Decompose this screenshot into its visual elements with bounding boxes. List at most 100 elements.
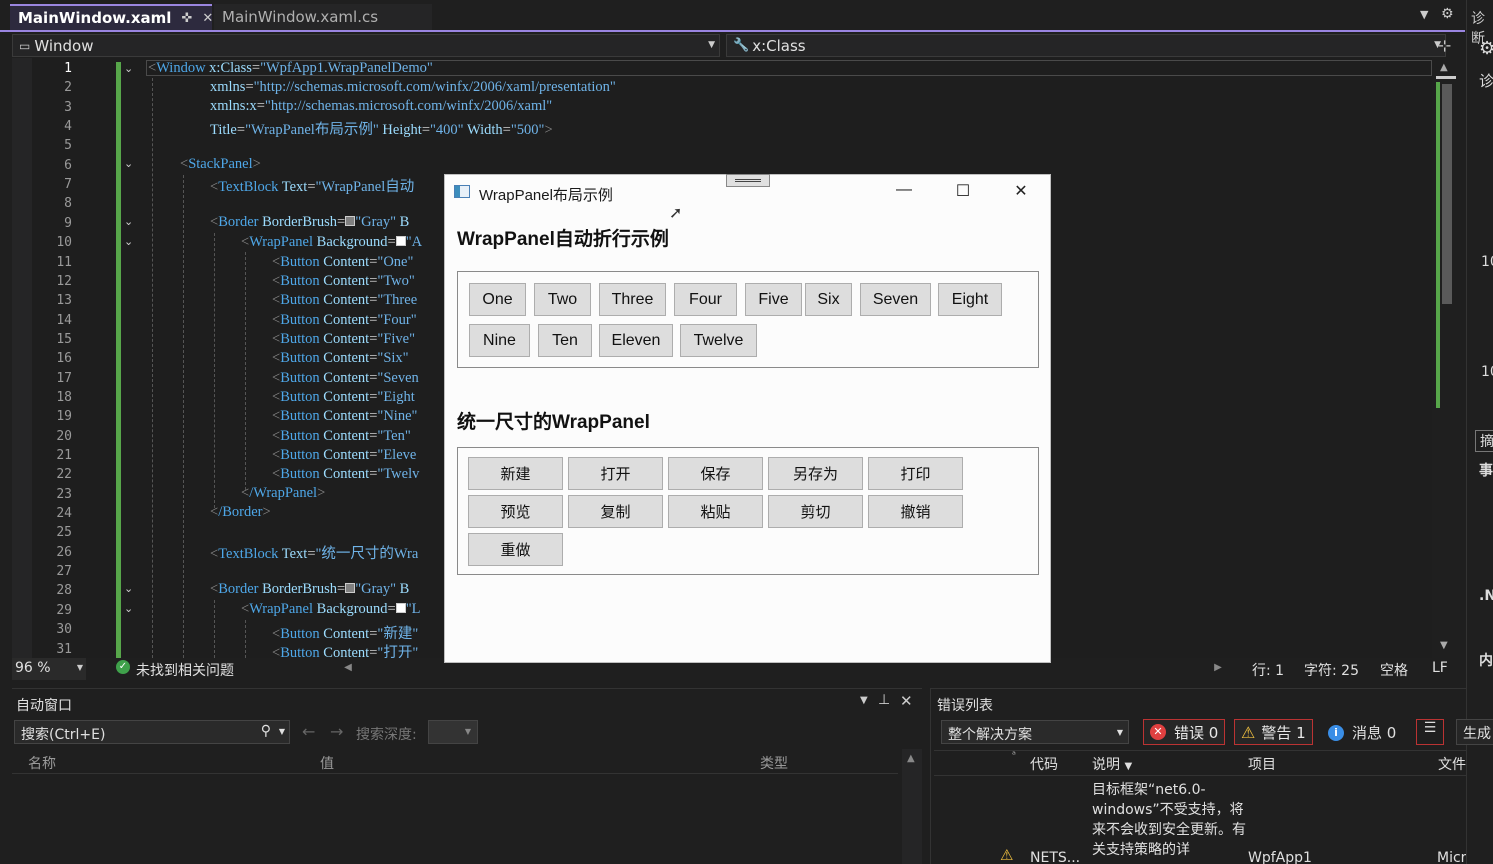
chevron-down-icon[interactable]: ▼ [279, 727, 285, 736]
line-number: 10 [56, 235, 72, 251]
check-icon: ✓ [116, 660, 130, 674]
heading-uniform-size: 统一尺寸的WrapPanel [457, 412, 650, 433]
close-icon[interactable]: ✕ [202, 11, 213, 26]
summary-tab[interactable]: 摘 [1475, 430, 1493, 452]
zoom-dropdown[interactable]: 96 % ▼ [12, 658, 86, 680]
fold-chevron-icon[interactable]: ⌄ [124, 62, 133, 75]
uniform-button[interactable]: 另存为 [768, 457, 863, 490]
wrap-button[interactable]: Nine [469, 324, 530, 357]
wrap-button[interactable]: Three [599, 283, 666, 316]
build-filter-dropdown[interactable]: 生成 [1456, 719, 1493, 745]
code-line-26: <TextBlock Text="统一尺寸的Wra [210, 546, 419, 562]
debug-toolbar-handle[interactable] [726, 174, 770, 187]
type-dropdown[interactable]: ▭ Window ▼ [12, 34, 720, 57]
col-value[interactable]: 值 [320, 753, 334, 773]
line-number: 12 [56, 273, 72, 289]
close-icon[interactable]: ✕ [1006, 181, 1036, 201]
settings-gear-icon[interactable]: ⚙ [1441, 6, 1454, 22]
line-indicator[interactable]: 行: 1 [1252, 660, 1284, 680]
navigation-bar: ▭ Window ▼ 🔧 x:Class ▼ ⊹ [12, 34, 1458, 57]
fold-chevron-icon[interactable]: ⌄ [124, 602, 133, 615]
fold-chevron-icon[interactable]: ⌄ [124, 157, 133, 170]
wrap-button[interactable]: Eleven [599, 324, 673, 357]
wrap-button[interactable]: Four [674, 283, 737, 316]
wrap-button[interactable]: Ten [538, 324, 592, 357]
panel-menu-chevron-icon[interactable]: ▼ [860, 695, 868, 706]
uniform-button[interactable]: 撤销 [868, 495, 963, 528]
minimize-icon[interactable]: — [889, 181, 919, 199]
line-ending-indicator[interactable]: LF [1432, 660, 1448, 676]
member-dropdown[interactable]: 🔧 x:Class ▼ [726, 34, 1446, 57]
error-row[interactable]: ⚠ NETS... 目标框架“net6.0-windows”不受支持，将来不会收… [934, 778, 1466, 864]
pin-icon[interactable]: ⊥ [878, 692, 890, 708]
editor-vertical-scrollbar[interactable]: ▲ ▼ [1434, 58, 1458, 658]
line-number: 28 [56, 583, 72, 599]
uniform-button[interactable]: 预览 [468, 495, 563, 528]
search-depth-dropdown[interactable]: ▼ [428, 720, 478, 744]
uniform-button[interactable]: 复制 [568, 495, 663, 528]
col-type[interactable]: 类型 [760, 753, 788, 773]
wrap-button[interactable]: Eight [938, 283, 1002, 316]
errors-filter-button[interactable]: ✕ 错误 0 [1143, 719, 1226, 745]
col-description[interactable]: 说明 ▼ [1092, 754, 1132, 774]
search-back-icon[interactable]: ← [302, 722, 315, 741]
column-indicator[interactable]: 字符: 25 [1304, 660, 1359, 680]
scroll-up-icon[interactable]: ▲ [907, 753, 915, 764]
split-icon[interactable]: ⊹ [1438, 36, 1451, 55]
wrap-button[interactable]: One [469, 283, 526, 316]
filter-toggle-icon[interactable]: ☰ [1416, 719, 1444, 745]
uniform-button[interactable]: 新建 [468, 457, 563, 490]
wrap-button[interactable]: Twelve [680, 324, 757, 357]
scope-dropdown[interactable]: 整个解决方案 ▼ [941, 720, 1129, 744]
gear-icon[interactable]: ⚙ [1479, 38, 1493, 59]
search-forward-icon[interactable]: → [330, 722, 343, 741]
wrap-button[interactable]: Seven [860, 283, 931, 316]
code-line-12: <Button Content="Two" [272, 272, 415, 289]
uniform-button[interactable]: 保存 [668, 457, 763, 490]
tab-mainwindow-xaml[interactable]: MainWindow.xaml ✜ ✕ [10, 4, 213, 30]
messages-filter-button[interactable]: i 消息 0 [1328, 722, 1396, 743]
fold-chevron-icon[interactable]: ⌄ [124, 582, 133, 595]
fold-chevron-icon[interactable]: ⌄ [124, 235, 133, 248]
wpf-app-window[interactable]: WrapPanel布局示例 — ☐ ✕ ➚ WrapPanel自动折行示例 On… [444, 174, 1051, 663]
issues-status[interactable]: 未找到相关问题 [136, 660, 234, 680]
indent-guide [214, 600, 215, 658]
uniform-button[interactable]: 粘贴 [668, 495, 763, 528]
wrap-button[interactable]: Two [534, 283, 591, 316]
autos-scrollbar[interactable]: ▲ [902, 749, 922, 864]
scope-value: 整个解决方案 [948, 727, 1032, 743]
code-line-11: <Button Content="One" [272, 253, 414, 270]
search-depth-label: 搜索深度: [356, 727, 417, 743]
row-file: Microso [1437, 850, 1466, 864]
fold-chevron-icon[interactable]: ⌄ [124, 215, 133, 228]
col-code[interactable]: 代码 [1030, 754, 1058, 774]
change-tracking-bar [116, 62, 121, 658]
col-name[interactable]: 名称 [28, 753, 56, 773]
scroll-down-icon[interactable]: ▼ [1440, 640, 1448, 651]
search-icon[interactable]: ⚲ [261, 723, 271, 739]
autos-search-input[interactable]: 搜索(Ctrl+E) ⚲ ▼ [14, 720, 290, 744]
whitespace-indicator[interactable]: 空格 [1380, 660, 1408, 680]
scroll-left-icon[interactable]: ◀ [338, 658, 358, 678]
scroll-up-icon[interactable]: ▲ [1440, 62, 1448, 73]
uniform-button[interactable]: 剪切 [768, 495, 863, 528]
uniform-button[interactable]: 重做 [468, 533, 563, 566]
tab-mainwindow-xaml-cs[interactable]: MainWindow.xaml.cs [214, 4, 432, 30]
wrap-button[interactable]: Five [745, 283, 802, 316]
pin-icon[interactable]: ✜ [181, 11, 192, 26]
wrap-button[interactable]: Six [805, 283, 852, 316]
maximize-icon[interactable]: ☐ [948, 181, 978, 201]
uniform-button[interactable]: 打开 [568, 457, 663, 490]
code-line-19: <Button Content="Nine" [272, 408, 418, 425]
close-icon[interactable]: ✕ [900, 692, 913, 710]
scroll-right-icon[interactable]: ▶ [1208, 658, 1228, 678]
warnings-filter-button[interactable]: ⚠ 警告 1 [1234, 719, 1313, 745]
white-swatch-icon [395, 603, 406, 613]
indent-guide [245, 252, 246, 490]
type-dropdown-value: Window [34, 36, 94, 55]
scroll-thumb[interactable] [1442, 84, 1452, 304]
col-file[interactable]: 文件 [1438, 754, 1466, 774]
tab-overflow-icon[interactable]: ▼ [1420, 8, 1428, 21]
uniform-button[interactable]: 打印 [868, 457, 963, 490]
col-project[interactable]: 项目 [1248, 754, 1276, 774]
